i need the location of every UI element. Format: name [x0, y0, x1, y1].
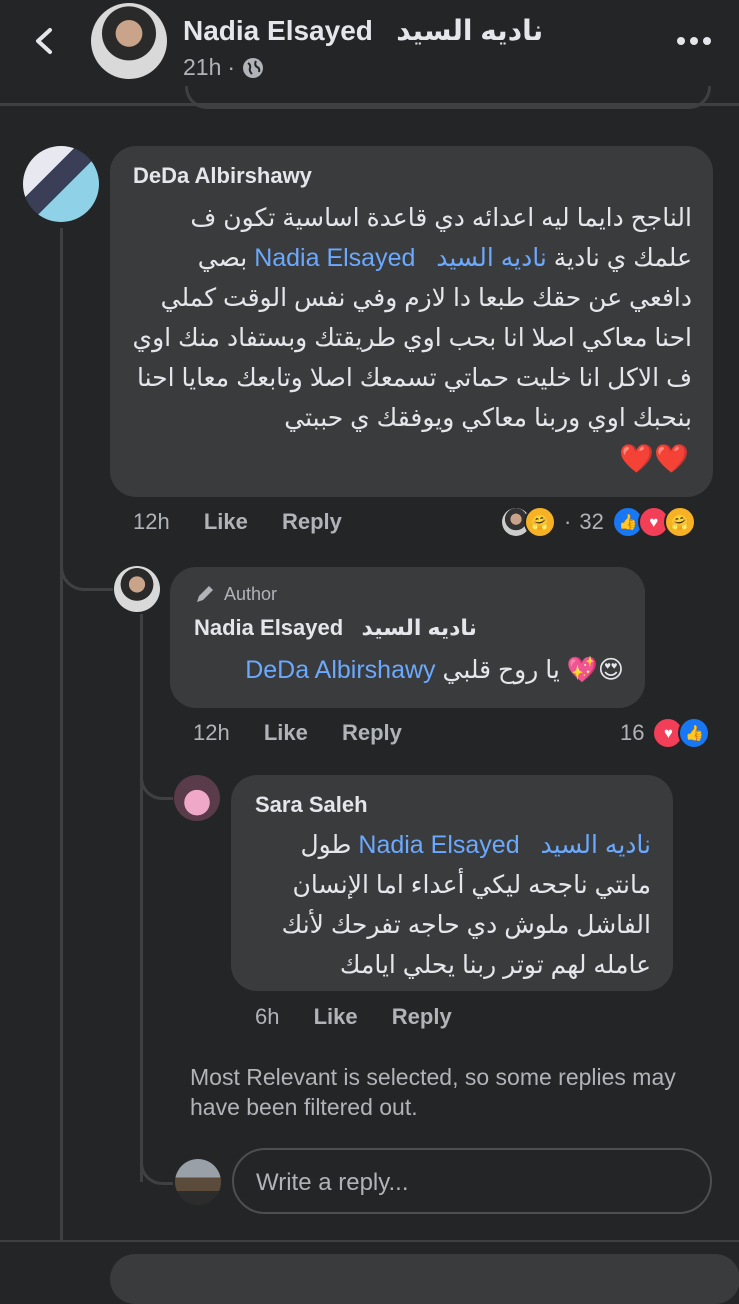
comment-actions: 12h Like Reply: [133, 509, 370, 535]
avatar[interactable]: [114, 566, 160, 612]
more-icon[interactable]: [676, 36, 712, 46]
comment-time: 6h: [255, 1004, 280, 1029]
comment-text: 😍💖 يا روح قلبي DeDa Albirshawy: [245, 656, 624, 684]
globe-icon: [243, 57, 264, 78]
like-button[interactable]: Like: [264, 720, 308, 745]
comment-author[interactable]: Sara Saleh: [255, 792, 368, 818]
like-button[interactable]: Like: [314, 1004, 358, 1029]
care-icon: 🤗: [663, 506, 696, 538]
reply-button[interactable]: Reply: [282, 509, 342, 534]
post-time: 21h: [183, 54, 222, 80]
like-icon: 👍: [678, 717, 711, 749]
pencil-icon: [197, 586, 213, 602]
reply-button[interactable]: Reply: [342, 720, 402, 745]
comment-time: 12h: [193, 720, 230, 745]
thread-elbow: [60, 540, 113, 591]
comment-bubble[interactable]: Sara Saleh ناديه السيد Nadia Elsayed طول…: [231, 775, 673, 991]
reactions-bar[interactable]: 16 ♥ 👍: [620, 717, 711, 749]
thread-line: [140, 614, 143, 1182]
comment-actions: 6h Like Reply: [255, 1004, 480, 1030]
comment-author[interactable]: DeDa Albirshawy: [133, 163, 312, 189]
reply-placeholder: Write a reply...: [256, 1169, 409, 1196]
header: Nadia Elsayed ناديه السيد 21h ·: [0, 0, 739, 109]
thread-line: [60, 228, 63, 1240]
reaction-count: 16: [620, 720, 645, 745]
heart-emoji: 😍💖: [566, 656, 624, 684]
chevron-left-icon[interactable]: [30, 26, 60, 56]
comment-actions: 12h Like Reply: [193, 720, 430, 746]
comment-input-edge[interactable]: [110, 1254, 739, 1304]
post-meta: 21h ·: [183, 54, 265, 81]
reactions-bar[interactable]: 🤗 · 32 👍 ♥ 🤗: [502, 506, 696, 538]
care-icon: 🤗: [524, 506, 556, 538]
post-author-name[interactable]: Nadia Elsayed ناديه السيد: [183, 14, 543, 47]
reply-input[interactable]: Write a reply...: [232, 1148, 712, 1214]
comment-text: ناديه السيد Nadia Elsayed طول مانتي ناجح…: [281, 831, 651, 979]
heart-emoji: ❤️❤️: [619, 443, 689, 474]
bottom-composer: [0, 1240, 739, 1304]
comment-text: الناجح دايما ليه اعدائه دي قاعدة اساسية …: [132, 204, 693, 432]
avatar: [175, 1159, 221, 1205]
reaction-count: 32: [579, 509, 604, 534]
avatar[interactable]: [23, 146, 99, 222]
like-button[interactable]: Like: [204, 509, 248, 534]
comment-author[interactable]: Nadia Elsayed ناديه السيد: [194, 615, 477, 641]
previous-box-edge: [185, 86, 711, 109]
author-badge: Author: [194, 583, 277, 605]
reply-button[interactable]: Reply: [392, 1004, 452, 1029]
mention-link[interactable]: ناديه السيد Nadia Elsayed: [358, 831, 651, 859]
comment-bubble[interactable]: DeDa Albirshawy الناجح دايما ليه اعدائه …: [110, 146, 713, 497]
mention-link[interactable]: ناديه السيد Nadia Elsayed: [254, 244, 547, 272]
avatar[interactable]: [174, 775, 220, 821]
thread-elbow: [140, 1135, 173, 1185]
mention-link[interactable]: DeDa Albirshawy: [245, 656, 435, 684]
comment-bubble[interactable]: Author Nadia Elsayed ناديه السيد 😍💖 يا ر…: [170, 567, 645, 708]
filter-notice: Most Relevant is selected, so some repli…: [190, 1064, 676, 1120]
avatar[interactable]: [91, 3, 167, 79]
thread-elbow: [140, 752, 173, 800]
comment-time: 12h: [133, 509, 170, 534]
bottom-divider: [0, 1240, 739, 1242]
